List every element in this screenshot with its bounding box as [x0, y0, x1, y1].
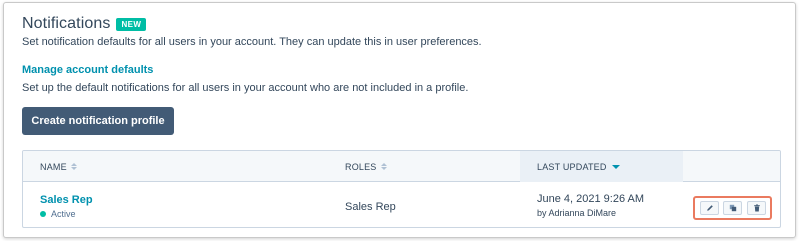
column-header-name[interactable]: NAME: [23, 151, 328, 182]
page-title: Notifications: [22, 15, 111, 32]
table-row: Sales Rep Active Sales Rep June 4, 2021 …: [23, 183, 780, 227]
new-badge: NEW: [116, 17, 147, 31]
status-dot-icon: [40, 211, 46, 217]
page-header: Notifications NEW: [22, 15, 147, 33]
row-roles-cell: Sales Rep: [345, 201, 396, 213]
trash-icon: [753, 204, 760, 212]
edit-button[interactable]: [700, 201, 719, 215]
column-header-last-updated[interactable]: LAST UPDATED: [520, 151, 683, 182]
updated-by: by Adrianna DiMare: [537, 208, 617, 218]
updated-date: June 4, 2021 9:26 AM: [537, 193, 645, 205]
profiles-table: NAME ROLES LAST UPDATED Sales Rep Active: [22, 150, 781, 228]
page-subtitle: Set notification defaults for all users …: [22, 36, 482, 48]
manage-account-defaults-link[interactable]: Manage account defaults: [22, 64, 153, 76]
notifications-panel: Notifications NEW Set notification defau…: [3, 2, 796, 238]
clone-button[interactable]: [723, 201, 742, 215]
profile-name-link[interactable]: Sales Rep: [40, 194, 93, 206]
column-header-last-updated-label: LAST UPDATED: [537, 161, 607, 172]
status-indicator: Active: [40, 209, 93, 219]
account-defaults-description: Set up the default notifications for all…: [22, 82, 469, 94]
pencil-icon: [706, 205, 713, 211]
clone-icon: [729, 204, 736, 212]
column-header-actions: [683, 151, 780, 182]
column-header-roles[interactable]: ROLES: [328, 151, 520, 182]
delete-button[interactable]: [747, 201, 766, 215]
create-notification-profile-button[interactable]: Create notification profile: [22, 107, 174, 135]
sort-icon: [380, 163, 387, 170]
sort-icon: [70, 163, 77, 170]
row-actions: [693, 196, 772, 220]
table-header: NAME ROLES LAST UPDATED: [23, 151, 780, 182]
column-header-roles-label: ROLES: [345, 161, 377, 172]
row-last-updated-cell: June 4, 2021 9:26 AM by Adrianna DiMare: [537, 193, 645, 227]
status-label: Active: [51, 209, 76, 219]
column-header-name-label: NAME: [40, 161, 67, 172]
row-name-cell: Sales Rep Active: [40, 194, 93, 227]
sort-descending-icon: [611, 164, 620, 169]
